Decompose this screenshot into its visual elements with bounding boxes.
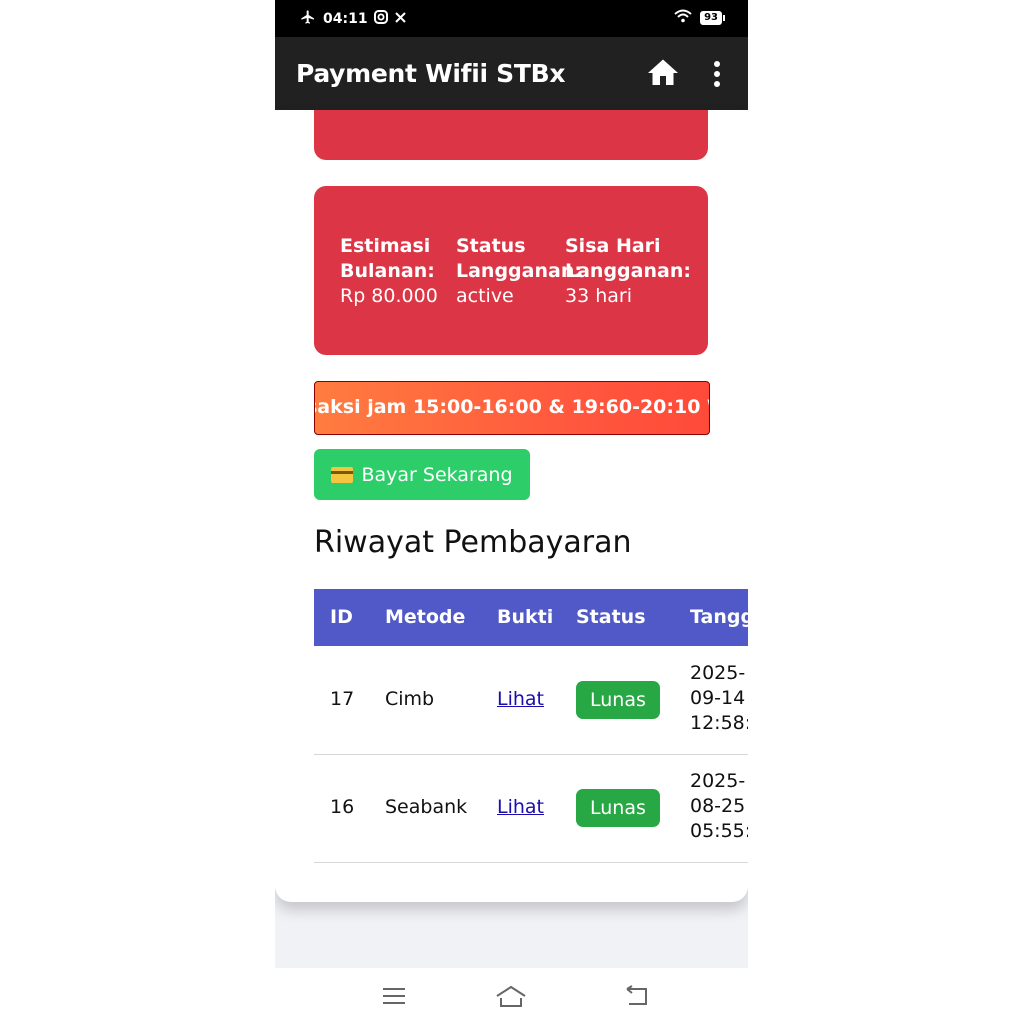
wifi-icon — [674, 9, 692, 27]
content-panel: Estimasi Bulanan: Rp 80.000 Status Langg… — [275, 110, 748, 902]
sisa-column: Sisa Hari Langganan: 33 hari — [565, 234, 691, 309]
header-tanggal: Tangg — [690, 606, 748, 628]
battery-icon: 93 — [700, 11, 725, 25]
table-row: 16 Seabank Lihat Lunas 2025- 08-25 05:55… — [314, 754, 748, 863]
recent-apps-icon[interactable] — [382, 986, 406, 1011]
status-value: active — [456, 285, 514, 307]
airplane-icon — [299, 9, 317, 29]
home-nav-icon[interactable] — [495, 984, 527, 1013]
announcement-marquee: saksi jam 15:00-16:00 & 19:60-20:10 WIB … — [314, 381, 710, 435]
estimasi-label: Estimasi Bulanan: — [340, 235, 435, 282]
system-nav-bar — [0, 968, 1024, 1024]
pay-now-button[interactable]: Bayar Sekarang — [314, 449, 530, 500]
cell-id: 17 — [330, 688, 355, 710]
sisa-label: Sisa Hari Langganan: — [565, 235, 691, 282]
sisa-value: 33 hari — [565, 285, 632, 307]
back-icon[interactable] — [623, 985, 649, 1012]
header-metode: Metode — [385, 606, 466, 628]
header-status: Status — [576, 606, 646, 628]
table-row: 17 Cimb Lihat Lunas 2025- 09-14 12:58: — [314, 646, 748, 755]
clock-time: 04:11 — [323, 11, 368, 27]
top-red-card — [314, 110, 708, 160]
header-id: ID — [330, 606, 353, 628]
status-bar: 04:11 93 — [275, 0, 748, 37]
status-column: Status Langganan: active — [456, 234, 582, 309]
instagram-icon — [373, 10, 388, 28]
status-badge: Lunas — [576, 789, 660, 827]
proof-link[interactable]: Lihat — [497, 688, 544, 710]
credit-card-icon — [331, 466, 354, 483]
home-icon[interactable] — [645, 55, 681, 91]
subscription-info-card: Estimasi Bulanan: Rp 80.000 Status Langg… — [314, 186, 708, 355]
cell-tanggal: 2025- 09-14 12:58: — [690, 662, 748, 734]
status-bar-right: 93 — [674, 9, 725, 27]
cell-metode: Seabank — [385, 796, 468, 818]
marquee-text: saksi jam 15:00-16:00 & 19:60-20:10 WIB … — [315, 396, 709, 418]
cell-metode: Cimb — [385, 688, 435, 710]
app-title: Payment Wifii STBx — [296, 59, 566, 88]
status-label: Status Langganan: — [456, 235, 582, 282]
table-header: ID Metode Bukti Status Tangg — [314, 589, 748, 646]
app-bar: Payment Wifii STBx — [275, 37, 748, 110]
more-vert-icon[interactable] — [707, 59, 727, 89]
proof-link[interactable]: Lihat — [497, 796, 544, 818]
tools-icon — [394, 11, 407, 28]
estimasi-column: Estimasi Bulanan: Rp 80.000 — [340, 234, 452, 309]
cell-tanggal: 2025- 08-25 05:55: — [690, 770, 748, 842]
cell-id: 16 — [330, 796, 355, 818]
pay-now-label: Bayar Sekarang — [361, 463, 513, 486]
payment-history-title: Riwayat Pembayaran — [314, 525, 632, 560]
phone-screen: 04:11 93 Payment Wifii STBx Estimasi Bul… — [275, 0, 748, 1024]
estimasi-value: Rp 80.000 — [340, 285, 438, 307]
status-badge: Lunas — [576, 681, 660, 719]
header-bukti: Bukti — [497, 606, 554, 628]
status-bar-left: 04:11 — [299, 9, 407, 29]
